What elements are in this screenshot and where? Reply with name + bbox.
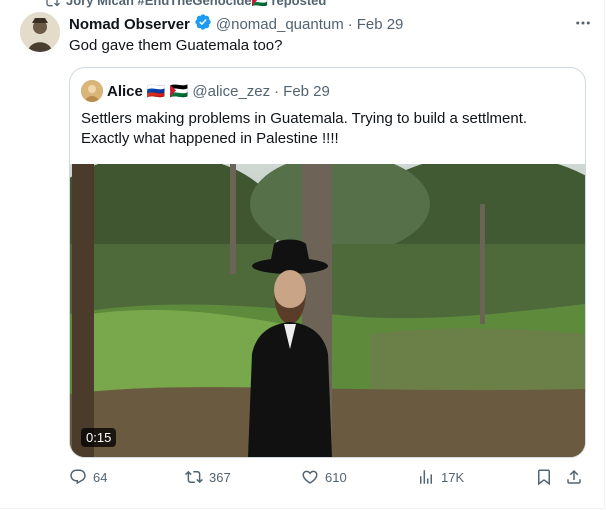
quoted-author-avatar (81, 80, 103, 102)
video-thumbnail (70, 164, 585, 457)
like-button[interactable]: 610 (301, 467, 347, 487)
tweet-text: God gave them Guatemala too? (69, 37, 283, 54)
repost-label[interactable]: Jory Micah #EndTheGenocide🇵🇸 reposted (66, 0, 326, 9)
repost-icon (44, 0, 60, 9)
repost-context: Jory Micah #EndTheGenocide🇵🇸 reposted (44, 0, 326, 9)
reply-icon (70, 469, 86, 485)
share-button[interactable] (565, 467, 583, 487)
reply-count: 64 (93, 469, 108, 485)
verified-badge-icon (194, 13, 212, 35)
repost-button[interactable]: 367 (185, 467, 231, 487)
views-icon (420, 470, 432, 484)
video-player[interactable]: 0:15 (70, 164, 585, 457)
quoted-tweet-date[interactable]: Feb 29 (283, 83, 330, 100)
repost-count: 367 (209, 469, 231, 485)
bookmark-button[interactable] (535, 467, 553, 487)
repost-action-icon (185, 470, 203, 484)
reply-button[interactable]: 64 (69, 467, 107, 487)
quoted-tweet[interactable]: Alice 🇷🇺 🇵🇸 @alice_zez · Feb 29 Settlers… (69, 67, 586, 458)
header-separator: · (347, 15, 353, 33)
share-icon (567, 469, 581, 484)
quoted-author-name[interactable]: Alice (107, 83, 143, 100)
action-bar: 64 367 610 17K (69, 467, 589, 487)
views-button[interactable]: 17K (417, 467, 464, 487)
author-avatar[interactable] (20, 12, 60, 52)
tweet-header: Nomad Observer @nomad_quantum · Feb 29 (69, 13, 403, 35)
bookmark-icon (538, 469, 550, 486)
views-count: 17K (441, 469, 465, 485)
tweet-card[interactable]: Jory Micah #EndTheGenocide🇵🇸 reposted No… (0, 0, 605, 509)
quoted-header-separator: · (274, 82, 280, 100)
tweet-date[interactable]: Feb 29 (357, 16, 404, 33)
video-duration: 0:15 (81, 428, 117, 447)
more-options-icon[interactable] (570, 10, 596, 36)
quoted-author-flags: 🇷🇺 🇵🇸 (146, 83, 189, 100)
author-handle[interactable]: @nomad_quantum (216, 16, 344, 33)
like-count: 610 (325, 469, 347, 485)
quoted-tweet-text: Settlers making problems in Guatemala. T… (81, 110, 528, 147)
author-name[interactable]: Nomad Observer (69, 16, 190, 33)
heart-icon (302, 470, 318, 484)
quoted-author-handle[interactable]: @alice_zez (192, 83, 270, 100)
quoted-tweet-header: Alice 🇷🇺 🇵🇸 @alice_zez · Feb 29 (81, 80, 330, 102)
